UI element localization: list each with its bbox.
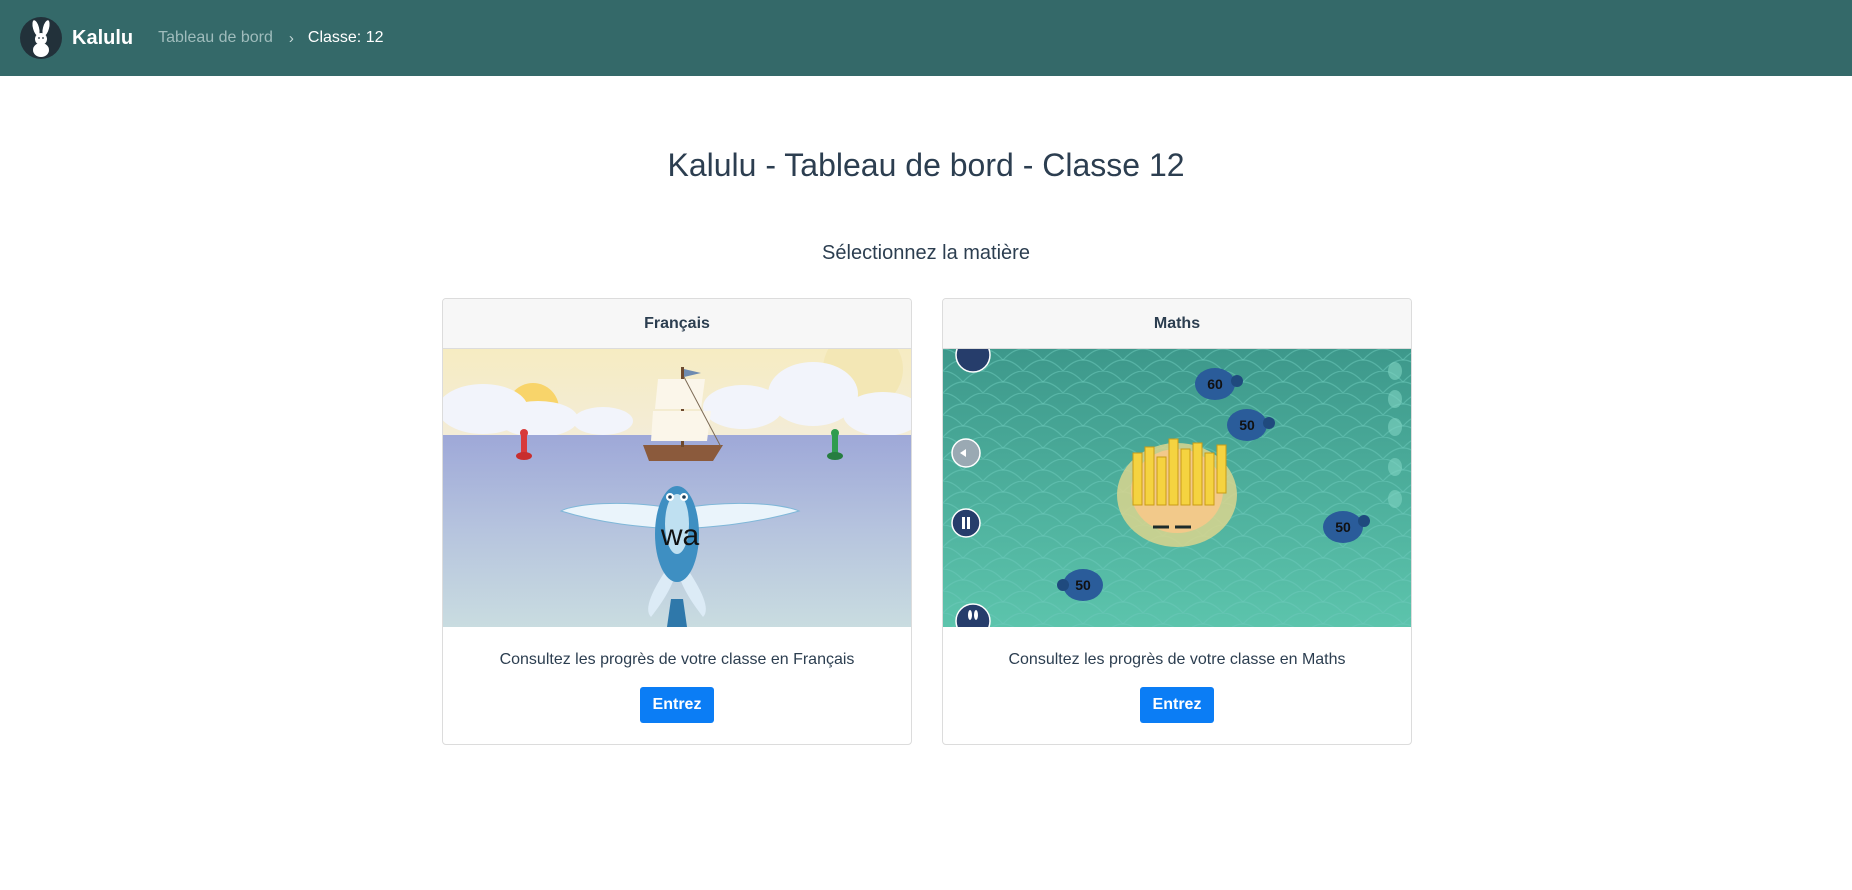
card-body: Consultez les progrès de votre classe en…: [443, 651, 911, 723]
enter-maths-button[interactable]: Entrez: [1139, 687, 1215, 723]
breadcrumb: Tableau de bord › Classe: 12: [158, 29, 383, 47]
subject-card-maths: Maths 60 50 50 50 Consultez les progrès …: [942, 298, 1412, 745]
page-title: Kalulu - Tableau de bord - Classe 12: [667, 147, 1185, 183]
pause-icon: [951, 508, 981, 538]
turtle-number: 60: [1207, 376, 1223, 392]
rabbit-logo-icon: [20, 17, 62, 59]
turtle-number: 50: [1075, 577, 1091, 593]
card-body: Consultez les progrès de votre classe en…: [943, 651, 1411, 723]
subject-card-francais: Français wa Consultez les progrès de vot…: [442, 298, 912, 745]
card-description: Consultez les progrès de votre classe en…: [499, 651, 855, 668]
enter-francais-button[interactable]: Entrez: [639, 687, 715, 723]
turtle-number: 50: [1239, 417, 1255, 433]
card-header: Maths: [943, 299, 1411, 349]
turtle-number: 50: [1335, 519, 1351, 535]
breadcrumb-dashboard-link[interactable]: Tableau de bord: [158, 29, 273, 47]
breadcrumb-current: Classe: 12: [307, 29, 384, 46]
francais-game-image: wa: [443, 349, 911, 627]
brand-link[interactable]: Kalulu: [20, 17, 133, 59]
card-header: Français: [443, 299, 911, 349]
brand-name: Kalulu: [72, 26, 134, 49]
maths-game-image: 60 50 50 50: [943, 349, 1411, 627]
sound-icon: [951, 438, 981, 468]
french-syllable-label: wa: [660, 519, 700, 552]
card-description: Consultez les progrès de votre classe en…: [1008, 651, 1346, 668]
breadcrumb-separator: ›: [288, 29, 294, 47]
page-subtitle: Sélectionnez la matière: [822, 242, 1030, 264]
top-navbar: Kalulu Tableau de bord › Classe: 12: [0, 0, 1852, 76]
